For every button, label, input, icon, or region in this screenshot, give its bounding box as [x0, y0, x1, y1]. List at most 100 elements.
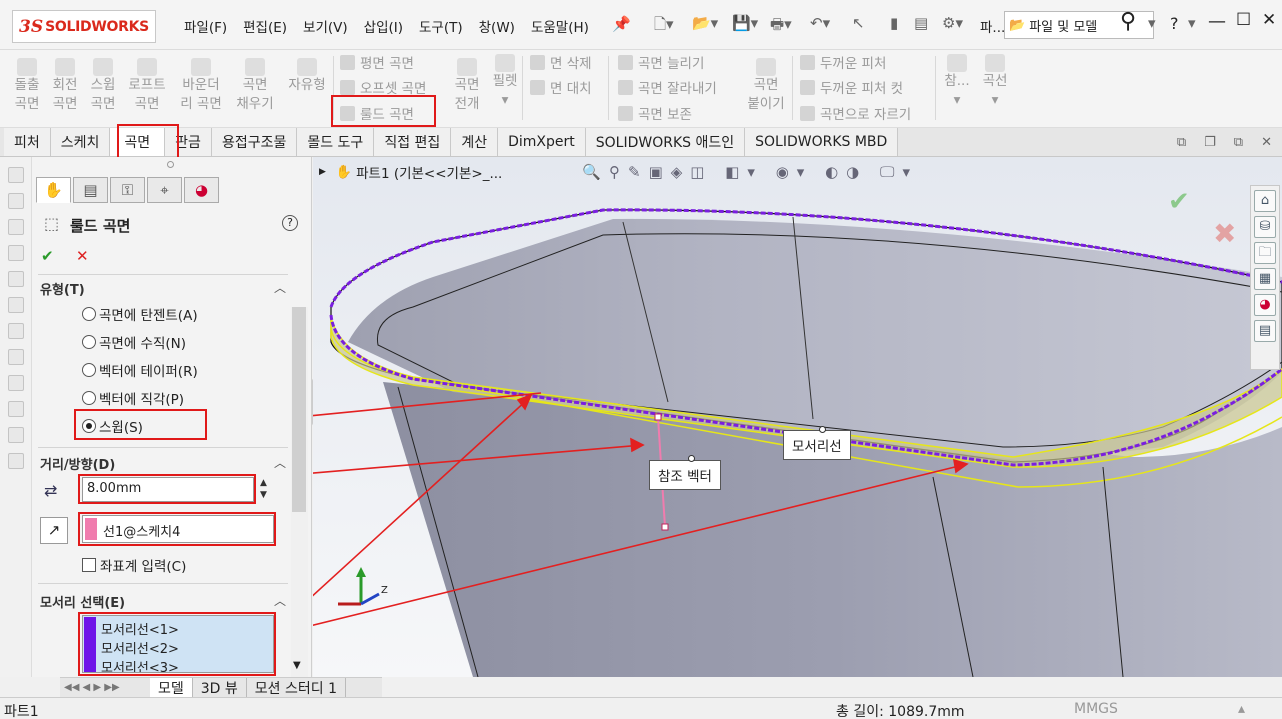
- tab-evaluate[interactable]: 계산: [451, 128, 499, 156]
- minimize-icon[interactable]: —: [1208, 11, 1226, 32]
- home-icon[interactable]: ⌂: [1254, 190, 1276, 212]
- open-icon[interactable]: 📂▾: [692, 14, 718, 32]
- tab-navigation-icon[interactable]: ◀◀ ◀ ▶ ▶▶: [60, 678, 150, 697]
- unfold-surface-button[interactable]: 곡면 전개: [448, 58, 486, 114]
- trim-surface-button[interactable]: 곡면 잘라내기: [618, 77, 717, 97]
- gear-icon[interactable]: ⚙▾: [942, 14, 963, 32]
- type-section-header[interactable]: 유형(T): [40, 279, 85, 298]
- tab-surfaces[interactable]: 곡면: [110, 128, 166, 156]
- feature-manager-tab-icon[interactable]: ✋: [36, 177, 71, 203]
- offset-surface-button[interactable]: 오프셋 곡면: [340, 77, 426, 97]
- appearances-icon[interactable]: ◕: [1254, 294, 1276, 316]
- radio-sweep[interactable]: 스윕(S): [82, 416, 143, 436]
- boundary-surface-button[interactable]: 바운더 리 곡면: [174, 58, 228, 114]
- tree-icon[interactable]: [7, 427, 24, 443]
- confirm-check-icon[interactable]: ✔: [1168, 187, 1190, 217]
- help-icon[interactable]: ?: [282, 215, 298, 231]
- tab-features[interactable]: 피처: [4, 128, 51, 156]
- units-dropdown-icon[interactable]: ▴: [1238, 701, 1245, 717]
- direction-selection-box[interactable]: 선1@스케치4: [82, 515, 274, 543]
- solidworks-logo[interactable]: 3S SOLIDWORKS: [12, 10, 156, 43]
- dimxpert-tab-icon[interactable]: ⌖: [147, 177, 182, 203]
- tab-3d-view[interactable]: 3D 뷰: [193, 678, 247, 698]
- options-icon[interactable]: ▤: [914, 14, 928, 32]
- reference-geometry-button[interactable]: 참... ▾: [942, 54, 972, 110]
- filled-surface-button[interactable]: 곡면 채우기: [232, 58, 278, 114]
- help-dropdown-icon[interactable]: ▾: [1188, 14, 1196, 32]
- tab-addins[interactable]: SOLIDWORKS 애드인: [585, 128, 746, 156]
- tree-icon[interactable]: [7, 271, 24, 287]
- menu-file[interactable]: 파일(F): [176, 16, 235, 36]
- radio-normal[interactable]: 곡면에 수직(N): [82, 332, 186, 352]
- edge-selection-list[interactable]: 모서리선<1> 모서리선<2> 모서리선<3>: [82, 615, 274, 673]
- radio-tangent[interactable]: 곡면에 탄젠트(A): [82, 304, 198, 324]
- tree-icon[interactable]: [7, 323, 24, 339]
- replace-face-button[interactable]: 면 대치: [530, 77, 592, 97]
- edge-section-header[interactable]: 모서리 선택(E): [40, 592, 125, 611]
- cut-with-surface-button[interactable]: 곡면으로 자르기: [800, 103, 911, 123]
- lofted-surface-button[interactable]: 로프트 곡면: [124, 58, 170, 114]
- tree-icon[interactable]: [7, 245, 24, 261]
- custom-properties-icon[interactable]: ▤: [1254, 320, 1276, 342]
- config-manager-tab-icon[interactable]: ⚿: [110, 177, 145, 203]
- file-explorer-icon[interactable]: 🗀: [1254, 242, 1276, 264]
- knit-surface-button[interactable]: 곡면 붙이기: [742, 58, 790, 114]
- tree-icon[interactable]: [7, 375, 24, 391]
- tab-sketch[interactable]: 스케치: [50, 128, 111, 156]
- print-icon[interactable]: 🖶▾: [770, 14, 792, 39]
- tree-icon[interactable]: [7, 219, 24, 235]
- list-item[interactable]: 모서리선<2>: [101, 638, 179, 657]
- design-library-icon[interactable]: ⛁: [1254, 216, 1276, 238]
- extend-surface-button[interactable]: 곡면 늘리기: [618, 52, 704, 72]
- tab-mbd[interactable]: SOLIDWORKS MBD: [745, 128, 899, 156]
- coordinate-input-checkbox[interactable]: 좌표계 입력(C): [82, 555, 186, 575]
- tree-icon[interactable]: [7, 349, 24, 365]
- restore-down-icon[interactable]: ⧉: [1234, 135, 1243, 150]
- select-icon[interactable]: ↖: [852, 14, 865, 32]
- tree-icon[interactable]: [7, 167, 24, 183]
- tree-icon[interactable]: [7, 401, 24, 417]
- fillet-button[interactable]: 필렛 ▾: [490, 54, 520, 110]
- revolved-surface-button[interactable]: 회전 곡면: [48, 58, 82, 114]
- pin-icon[interactable]: 📌: [612, 15, 631, 33]
- planar-surface-button[interactable]: 평면 곡면: [340, 52, 414, 72]
- thickened-cut-button[interactable]: 두꺼운 피처 컷: [800, 77, 903, 97]
- panel-grip[interactable]: [167, 161, 174, 168]
- cancel-x-icon[interactable]: ✖: [1213, 217, 1236, 250]
- swept-surface-button[interactable]: 스윕 곡면: [86, 58, 120, 114]
- search-dropdown-icon[interactable]: ▾: [1148, 14, 1156, 32]
- reverse-direction-icon[interactable]: ↗: [40, 517, 68, 544]
- help-button[interactable]: ?: [1170, 14, 1179, 33]
- ok-button[interactable]: ✔: [41, 247, 54, 265]
- feature-tree-breadcrumb[interactable]: 파트1 (기본<<기본>_...: [356, 162, 502, 182]
- search-icon[interactable]: ⚲: [1120, 9, 1136, 34]
- tab-mold-tools[interactable]: 몰드 도구: [297, 128, 375, 156]
- collapse-chevron-icon[interactable]: ︿: [274, 592, 286, 609]
- tree-icon[interactable]: [7, 453, 24, 469]
- distance-section-header[interactable]: 거리/방향(D): [40, 454, 115, 473]
- untrim-surface-button[interactable]: 곡면 보존: [618, 103, 692, 123]
- maximize-icon[interactable]: ☐: [1236, 10, 1251, 30]
- menu-window[interactable]: 창(W): [471, 16, 523, 36]
- menu-view[interactable]: 보기(V): [295, 16, 356, 36]
- tab-motion-study[interactable]: 모션 스터디 1: [247, 678, 347, 698]
- reference-vector-callout[interactable]: 참조 벡터: [649, 460, 721, 490]
- view-toolbar-icons[interactable]: 🔍⚲✎▣◈◫ ◧▾ ◉▾ ◐◑ 🖵▾: [582, 163, 918, 181]
- property-manager-tab-icon[interactable]: ▤: [73, 177, 108, 203]
- save-icon[interactable]: 💾▾: [732, 14, 758, 32]
- freeform-button[interactable]: 자유형: [284, 58, 330, 95]
- menu-insert[interactable]: 삽입(I): [356, 16, 411, 36]
- list-item[interactable]: 모서리선<1>: [101, 619, 179, 638]
- rebuild-icon[interactable]: ▮: [890, 14, 898, 32]
- tile-icon[interactable]: ⧉: [1177, 135, 1186, 150]
- tab-sheet-metal[interactable]: 판금: [165, 128, 212, 156]
- close-icon[interactable]: ✕: [1262, 10, 1276, 30]
- tree-icon[interactable]: [7, 193, 24, 209]
- doc-close-icon[interactable]: ✕: [1261, 135, 1272, 150]
- collapse-chevron-icon[interactable]: ︿: [274, 454, 286, 471]
- graphics-area[interactable]: Z ▶ ✋ 파트1 (기본<<기본>_... 🔍⚲✎▣◈◫ ◧▾ ◉▾ ◐◑ 🖵…: [313, 157, 1282, 677]
- tab-weldments[interactable]: 용접구조물: [211, 128, 298, 156]
- scrollbar-thumb[interactable]: [292, 307, 306, 512]
- restore-icon[interactable]: ❐: [1204, 135, 1216, 150]
- spinner-icon[interactable]: ▲ ▼: [260, 477, 267, 501]
